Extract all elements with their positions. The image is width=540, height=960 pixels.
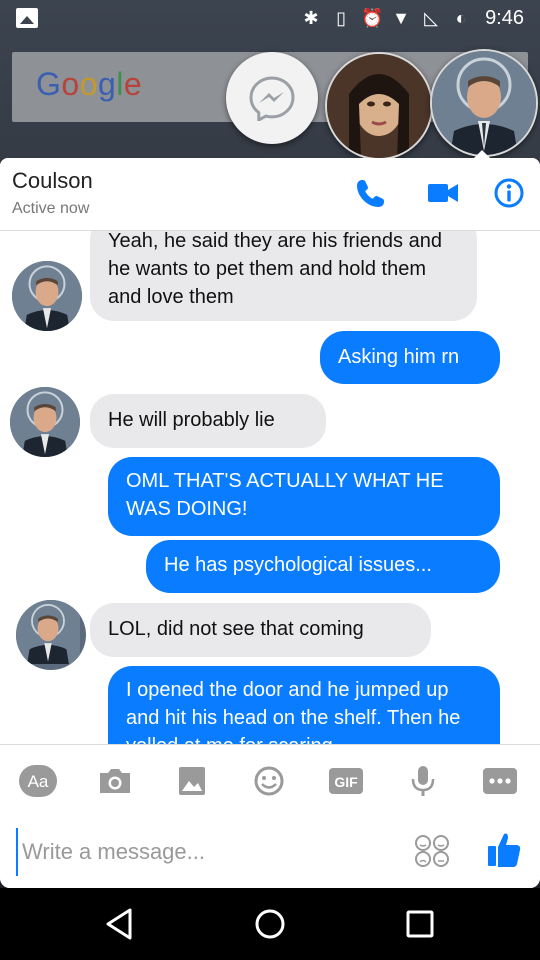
google-logo-letter: g	[97, 66, 117, 102]
message-bubble-incoming[interactable]: Yeah, he said they are his friends and h…	[90, 231, 477, 321]
message-input[interactable]	[16, 828, 404, 876]
contact-avatar[interactable]	[10, 387, 80, 457]
recent-apps-icon[interactable]	[400, 904, 440, 944]
text-format-label: Aa	[28, 772, 49, 791]
text-format-icon[interactable]: Aa	[19, 765, 57, 797]
chat-header: Coulson Active now	[0, 158, 540, 231]
avatar-photo	[16, 600, 80, 664]
composer-toolbar: Aa GIF	[0, 744, 540, 815]
message-bubble-outgoing[interactable]: OML THAT'S ACTUALLY WHAT HE WAS DOING!	[108, 457, 500, 536]
stickers-icon[interactable]	[414, 834, 450, 868]
microphone-icon[interactable]	[404, 765, 442, 797]
status-icons: ✱ ▯ ⏰ ▼ ◺ ◐ 9:46	[301, 7, 524, 29]
google-logo-letter: G	[36, 66, 62, 102]
status-bar: ✱ ▯ ⏰ ▼ ◺ ◐ 9:46	[0, 0, 540, 38]
contact-name[interactable]: Coulson	[12, 168, 93, 194]
bluetooth-icon: ✱	[303, 8, 319, 28]
info-icon[interactable]	[492, 176, 526, 210]
avatar-photo	[327, 54, 431, 158]
message-bubble-outgoing[interactable]: I opened the door and he jumped up and h…	[108, 666, 500, 744]
no-signal-icon: ◺	[424, 8, 438, 28]
message-bubble-incoming[interactable]: LOL, did not see that coming	[90, 603, 431, 657]
more-icon[interactable]	[481, 765, 519, 797]
system-navigation-bar	[0, 888, 540, 960]
alarm-icon: ⏰	[361, 8, 384, 28]
chathead-avatar-contact[interactable]	[325, 52, 433, 160]
message-bubble-outgoing[interactable]: He has psychological issues...	[146, 540, 500, 593]
google-logo-letter: o	[79, 66, 98, 102]
message-bubble-outgoing[interactable]: Asking him rn	[320, 331, 500, 384]
chat-panel: Coulson Active now Yeah, he said they ar…	[0, 158, 540, 888]
status-time: 9:46	[485, 7, 524, 29]
contact-status: Active now	[12, 200, 90, 217]
google-logo-letter: l	[116, 66, 124, 102]
wifi-icon: ▼	[392, 8, 410, 28]
home-icon[interactable]	[250, 904, 290, 944]
avatar-photo	[12, 261, 82, 331]
message-list[interactable]: Yeah, he said they are his friends and h…	[0, 231, 540, 744]
phone-icon[interactable]	[354, 176, 388, 210]
contact-avatar[interactable]	[16, 600, 86, 670]
video-camera-icon[interactable]	[426, 176, 460, 210]
vibrate-icon: ▯	[336, 8, 347, 28]
gallery-notification-icon	[16, 8, 38, 28]
avatar-photo	[432, 51, 536, 155]
google-logo-letter: o	[61, 66, 80, 102]
back-icon[interactable]	[100, 904, 140, 944]
contact-avatar[interactable]	[12, 261, 82, 331]
message-bubble-incoming[interactable]: He will probably lie	[90, 394, 326, 448]
thumbs-up-icon[interactable]	[486, 830, 522, 870]
messenger-icon	[249, 76, 295, 121]
battery-icon: ◐	[455, 8, 467, 28]
emoji-icon[interactable]	[250, 765, 288, 797]
message-composer	[0, 814, 540, 888]
gallery-icon[interactable]	[173, 765, 211, 797]
gif-label: GIF	[334, 774, 358, 790]
google-logo-letter: e	[123, 66, 143, 102]
camera-icon[interactable]	[96, 765, 134, 797]
chathead-avatar-coulson[interactable]	[430, 49, 538, 157]
gif-icon[interactable]: GIF	[327, 765, 365, 797]
avatar-photo	[10, 387, 80, 457]
messenger-chathead[interactable]	[226, 52, 318, 144]
google-logo: Google	[36, 66, 142, 103]
